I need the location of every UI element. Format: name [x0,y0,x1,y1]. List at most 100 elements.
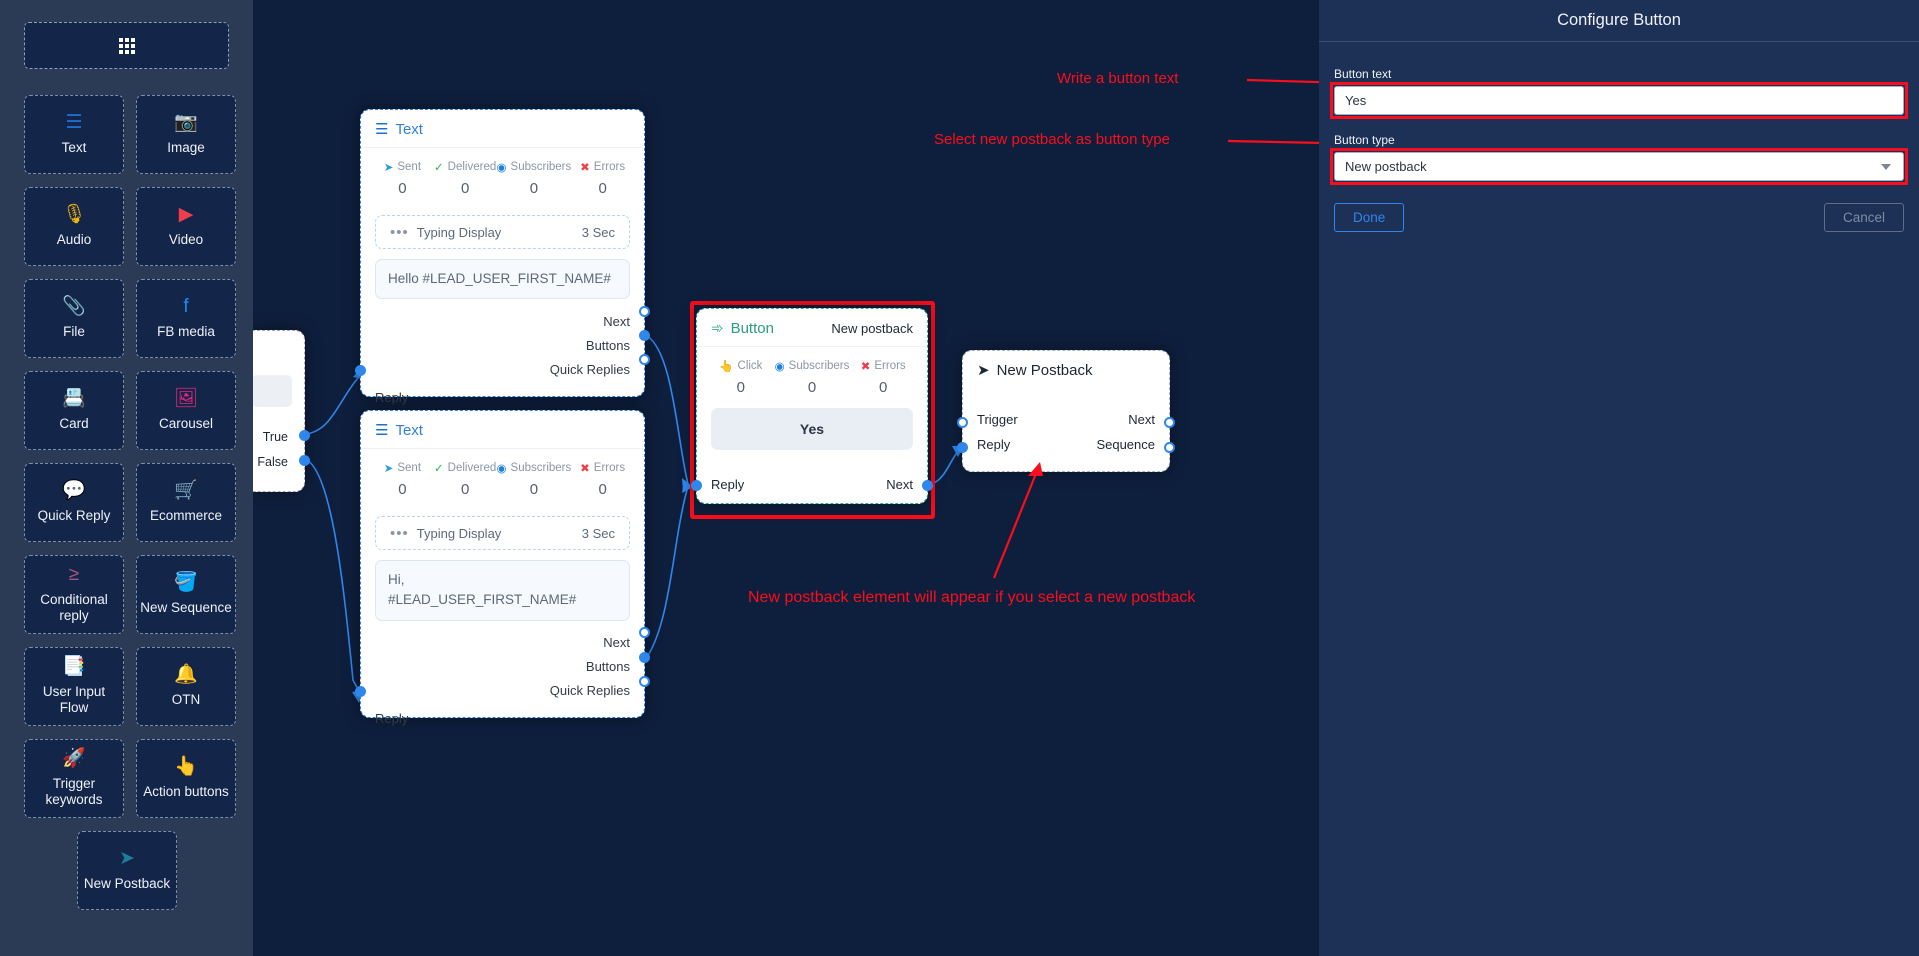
palette-tile-image[interactable]: 📷 Image [136,95,236,174]
node-button-title: Button [730,320,774,337]
subscribers-icon: ◉ [496,162,507,174]
stat-header: ✖ Errors [571,160,634,174]
stat-label: Errors [593,462,626,474]
port-next[interactable]: Next [361,309,644,333]
annotation-write-button-text: Write a button text [1057,70,1179,87]
image-icon: 📷 [174,112,198,134]
palette-tile-new-postback[interactable]: ➤ New Postback [77,831,177,910]
port-dot-reply[interactable] [355,686,366,697]
palette-tile-card[interactable]: 📇 Card [24,371,124,450]
cancel-button[interactable]: Cancel [1823,203,1904,232]
stat-errors: ✖ Errors 0 [571,461,634,498]
palette-tile-video[interactable]: ▶ Video [136,187,236,266]
port-dot-reply[interactable] [957,442,968,453]
errors-icon: ✖ [580,463,590,475]
node-text-1[interactable]: ☰ Text ➤ Sent 0 ✓ Delivered 0 ◉ Subscribers 0 ✖ Er… [355,109,650,405]
postback-row-reply[interactable]: Reply Sequence [963,432,1169,457]
apps-grid-button[interactable] [24,22,229,69]
port-dot-false[interactable] [299,455,310,466]
palette-tile-carousel[interactable]: 🖼 Carousel [136,371,236,450]
node-text-2[interactable]: ☰ Text ➤ Sent 0 ✓ Delivered 0 ◉ Subscribers 0 ✖ Er… [355,410,650,726]
node-new-postback[interactable]: ➤ New Postback Trigger Next Reply Sequen… [957,350,1175,472]
node-button-ports: Reply Next [697,472,927,497]
fb-media-icon: f [183,296,189,318]
node-button-stats: 👆 Click 0 ◉ Subscribers 0 ✖ Errors 0 [697,347,927,400]
port-quick-replies[interactable]: Quick Replies [361,357,644,381]
port-dot-next[interactable] [1164,417,1175,428]
done-button[interactable]: Done [1334,203,1405,232]
button-type-select[interactable]: New postback [1334,152,1904,181]
typing-label: Typing Display [416,525,502,541]
node-text-1-message[interactable]: Hello #LEAD_USER_FIRST_NAME# [375,259,630,300]
typing-label: Typing Display [416,224,502,240]
element-palette-sidebar: ☰ Text 📷 Image 🎙 Audio ▶ Video 📎 File f FB media 📇 Ca… [0,0,253,956]
node-text-2-header: ☰ Text [361,411,644,449]
typing-duration: 3 Sec [581,525,615,541]
conditional-node-partial[interactable]: True False [253,330,310,492]
stat-subscribers: ◉ Subscribers 0 [497,160,572,197]
palette-tile-text[interactable]: ☰ Text [24,95,124,174]
palette-tile-action-buttons[interactable]: 👆 Action buttons [136,739,236,818]
subscribers-icon: ◉ [496,463,507,475]
button-type-label: Button type [1334,133,1395,147]
port-buttons[interactable]: Buttons [361,655,644,679]
stat-value: 0 [529,180,539,197]
palette-tile-quick-reply[interactable]: 💬 Quick Reply [24,463,124,542]
annotation-select-postback-type: Select new postback as button type [934,131,1170,148]
port-dot-trigger[interactable] [957,417,968,428]
port-dot-quick-replies[interactable] [639,676,650,687]
palette-tile-new-sequence[interactable]: 🪣 New Sequence [136,555,236,634]
port-dot-next[interactable] [922,480,933,491]
port-label-true: True [262,430,288,444]
port-dot-buttons[interactable] [639,330,650,341]
new-postback-icon: ➤ [119,848,135,870]
node-button[interactable]: ➾ Button New postback 👆 Click 0 ◉ Subscriber… [691,308,933,504]
button-text-input[interactable] [1334,86,1904,115]
port-next[interactable]: Next [361,631,644,655]
port-dot-next[interactable] [639,627,650,638]
stat-value: 0 [598,180,607,197]
port-dot-quick-replies[interactable] [639,354,650,365]
palette-tile-fb-media[interactable]: f FB media [136,279,236,358]
stat-sent: ➤ Sent 0 [371,160,434,197]
port-dot-next[interactable] [639,306,650,317]
port-quick-replies[interactable]: Quick Replies [361,679,644,703]
node-text-2-message[interactable]: Hi, #LEAD_USER_FIRST_NAME# [375,560,630,621]
port-reply[interactable]: Reply [361,385,644,409]
palette-tile-file[interactable]: 📎 File [24,279,124,358]
stat-header: 👆 Click [707,359,775,373]
node-new-postback-title: New Postback [996,362,1093,379]
typing-dots-icon: ••• [390,524,409,542]
palette-tile-label: Video [168,232,204,248]
palette-tile-trigger-keywords[interactable]: 🚀 Trigger keywords [24,739,124,818]
palette-tile-otn[interactable]: 🔔 OTN [136,647,236,726]
quick-reply-icon: 💬 [62,480,86,502]
port-dot-reply[interactable] [355,365,366,376]
stat-label: Errors [593,161,626,173]
node-text-1-typing-display[interactable]: ••• Typing Display 3 Sec [375,215,630,249]
ecommerce-icon: 🛒 [174,480,198,502]
node-button-preview[interactable]: Yes [711,408,913,450]
palette-tile-ecommerce[interactable]: 🛒 Ecommerce [136,463,236,542]
button-text-field-wrap [1330,82,1908,119]
port-buttons[interactable]: Buttons [361,333,644,357]
button-text-label: Button text [1334,67,1392,81]
port-label-quick-replies: Quick Replies [549,683,630,698]
palette-tile-audio[interactable]: 🎙 Audio [24,187,124,266]
stat-header: ✓ Delivered [434,461,497,475]
port-dot-buttons[interactable] [639,652,650,663]
port-label-next: Next [886,477,913,492]
port-reply[interactable]: Reply [361,707,644,731]
typing-duration: 3 Sec [581,224,615,240]
postback-row-trigger[interactable]: Trigger Next [963,407,1169,432]
cursor-arrow-icon: ➾ [711,320,724,337]
port-dot-true[interactable] [299,430,310,441]
port-dot-sequence[interactable] [1164,442,1175,453]
stat-delivered: ✓ Delivered 0 [434,461,497,498]
stat-value: 0 [398,481,407,498]
port-dot-reply[interactable] [691,480,702,491]
node-text-2-typing-display[interactable]: ••• Typing Display 3 Sec [375,516,630,550]
otn-icon: 🔔 [174,664,198,686]
palette-tile-conditional-reply[interactable]: ≥ Conditional reply [24,555,124,634]
palette-tile-user-input-flow[interactable]: 📑 User Input Flow [24,647,124,726]
